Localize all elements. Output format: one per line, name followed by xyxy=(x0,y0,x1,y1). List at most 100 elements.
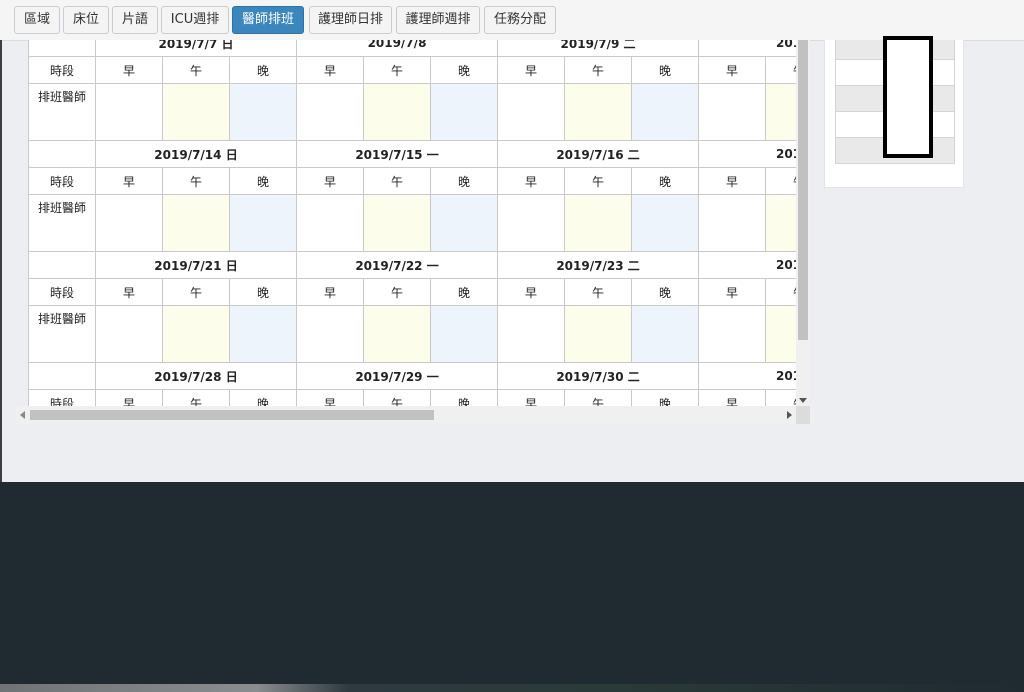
schedule-cell[interactable] xyxy=(363,83,432,141)
schedule-cell[interactable] xyxy=(698,305,767,363)
slot-label: 晚 xyxy=(430,278,499,306)
date-header: 2019/7/29 一 xyxy=(296,362,499,390)
schedule-cell[interactable] xyxy=(228,83,298,141)
slot-label: 午 xyxy=(765,389,796,406)
scrollbar-corner xyxy=(796,406,810,424)
schedule-cell[interactable] xyxy=(430,194,499,252)
slot-row: 時段早午晚早午晚早午晚早午晚 xyxy=(28,56,796,84)
schedule-cell[interactable] xyxy=(698,194,767,252)
date-row: 2019/7/7 日2019/7/82019/7/9 二2019/7 xyxy=(28,40,796,57)
slot-header: 時段 xyxy=(28,56,96,84)
date-header: 2019/7/23 二 xyxy=(497,251,700,279)
schedule-cell[interactable] xyxy=(497,194,566,252)
schedule-cell[interactable] xyxy=(765,83,796,141)
schedule-cell[interactable] xyxy=(296,83,365,141)
schedule-cell[interactable] xyxy=(296,305,365,363)
slot-label: 午 xyxy=(162,278,230,306)
slot-header: 時段 xyxy=(28,167,96,195)
tab-phrases[interactable]: 片語 xyxy=(112,6,158,34)
slot-label: 午 xyxy=(564,278,633,306)
slot-header: 時段 xyxy=(28,278,96,306)
slot-label: 午 xyxy=(363,56,432,84)
schedule-cell[interactable] xyxy=(564,83,633,141)
schedule-cell[interactable] xyxy=(95,83,163,141)
schedule-cell[interactable] xyxy=(228,305,298,363)
date-header: 2019/7/8 xyxy=(296,40,499,57)
date-header: 2019/7/7 日 xyxy=(94,40,298,57)
tab-doctor-schedule[interactable]: 醫師排班 xyxy=(232,6,304,34)
doctor-label: 排班醫師 xyxy=(28,83,96,141)
schedule-cell[interactable] xyxy=(162,194,230,252)
schedule-cell[interactable] xyxy=(631,83,700,141)
slot-label: 午 xyxy=(765,167,796,195)
slot-label: 午 xyxy=(363,167,432,195)
tab-task-assignment[interactable]: 任務分配 xyxy=(484,6,556,34)
schedule-cell[interactable] xyxy=(765,305,796,363)
slot-label: 晚 xyxy=(631,278,700,306)
slot-label: 早 xyxy=(497,389,566,406)
schedule-cell[interactable] xyxy=(631,194,700,252)
slot-label: 早 xyxy=(296,167,365,195)
schedule-cell[interactable] xyxy=(363,194,432,252)
schedule-cell[interactable] xyxy=(95,305,163,363)
slot-label: 晚 xyxy=(228,389,298,406)
slot-label: 早 xyxy=(296,389,365,406)
slot-label: 早 xyxy=(497,56,566,84)
date-header: 2019/7/21 日 xyxy=(94,251,298,279)
tab-nurse-daily[interactable]: 護理師日排 xyxy=(309,6,392,34)
schedule-cell[interactable] xyxy=(430,83,499,141)
date-row-corner xyxy=(28,362,96,390)
schedule-grid: 2019/7/7 日2019/7/82019/7/9 二2019/7時段早午晚早… xyxy=(28,40,796,406)
schedule-cell[interactable] xyxy=(564,305,633,363)
schedule-viewport[interactable]: 2019/7/7 日2019/7/82019/7/9 二2019/7時段早午晚早… xyxy=(28,40,796,406)
slot-label: 午 xyxy=(564,56,633,84)
slot-label: 午 xyxy=(162,389,230,406)
slot-label: 晚 xyxy=(631,56,700,84)
date-header: 2019/7/16 二 xyxy=(497,140,700,168)
schedule-cell[interactable] xyxy=(296,194,365,252)
tab-bed[interactable]: 床位 xyxy=(63,6,109,34)
side-panel xyxy=(824,36,964,188)
horizontal-scroll-thumb[interactable] xyxy=(30,410,434,420)
slot-label: 早 xyxy=(698,389,767,406)
schedule-cell[interactable] xyxy=(497,83,566,141)
slot-label: 晚 xyxy=(228,56,298,84)
slot-label: 午 xyxy=(162,56,230,84)
slot-row: 時段早午晚早午晚早午晚早午晚 xyxy=(28,167,796,195)
scroll-right-arrow-icon[interactable] xyxy=(787,411,792,419)
schedule-cell[interactable] xyxy=(162,83,230,141)
slot-label: 午 xyxy=(363,278,432,306)
schedule-cell[interactable] xyxy=(497,305,566,363)
schedule-cell[interactable] xyxy=(228,194,298,252)
slot-label: 午 xyxy=(363,389,432,406)
schedule-cell[interactable] xyxy=(430,305,499,363)
slot-row: 時段早午晚早午晚早午晚早午晚 xyxy=(28,278,796,306)
slot-label: 午 xyxy=(564,167,633,195)
slot-header: 時段 xyxy=(28,389,96,406)
scroll-down-arrow-icon[interactable] xyxy=(799,398,807,403)
schedule-table: 2019/7/7 日2019/7/82019/7/9 二2019/7時段早午晚早… xyxy=(28,40,796,406)
doctor-row: 排班醫師 xyxy=(28,83,796,141)
date-row-corner xyxy=(28,251,96,279)
slot-label: 午 xyxy=(765,278,796,306)
schedule-cell[interactable] xyxy=(698,83,767,141)
schedule-cell[interactable] xyxy=(95,194,163,252)
date-row: 2019/7/21 日2019/7/22 一2019/7/23 二2019/7 xyxy=(28,251,796,279)
vertical-scroll-thumb[interactable] xyxy=(798,40,808,340)
schedule-cell[interactable] xyxy=(363,305,432,363)
schedule-cell[interactable] xyxy=(564,194,633,252)
tab-nurse-weekly[interactable]: 護理師週排 xyxy=(396,6,480,34)
doctor-label: 排班醫師 xyxy=(28,305,96,363)
horizontal-scrollbar[interactable] xyxy=(16,406,796,424)
slot-label: 早 xyxy=(296,56,365,84)
schedule-cell[interactable] xyxy=(765,194,796,252)
scroll-left-arrow-icon[interactable] xyxy=(20,411,25,419)
tab-icu-weekly[interactable]: ICU週排 xyxy=(161,6,229,34)
vertical-scrollbar[interactable] xyxy=(796,40,810,406)
schedule-cell[interactable] xyxy=(162,305,230,363)
slot-label: 午 xyxy=(564,389,633,406)
slot-label: 晚 xyxy=(228,278,298,306)
tab-area[interactable]: 區域 xyxy=(14,6,60,34)
schedule-cell[interactable] xyxy=(631,305,700,363)
slot-label: 早 xyxy=(95,389,163,406)
